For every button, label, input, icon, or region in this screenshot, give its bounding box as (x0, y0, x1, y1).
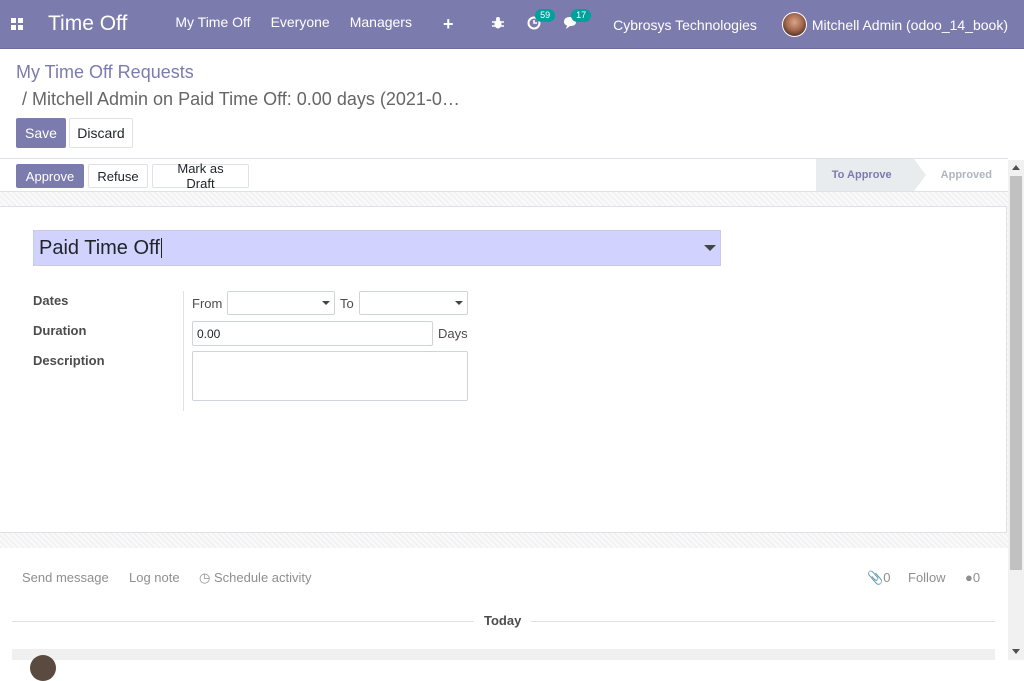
chatter (0, 548, 1008, 660)
user-icon: ● (965, 570, 973, 585)
followers-count: 0 (972, 570, 981, 585)
stage-to-approve: To Approve (815, 159, 926, 191)
bug-icon[interactable] (491, 16, 505, 33)
description-label: Description (33, 353, 105, 368)
status-stages: To Approve Approved (815, 159, 1008, 191)
leave-type-value: Paid Time Off (39, 236, 160, 259)
caret-down-icon (455, 301, 463, 305)
discard-button[interactable]: Discard (69, 118, 133, 148)
top-navbar: Time Off My Time Off Everyone Managers +… (0, 0, 1024, 49)
clock-icon: ◷ (199, 570, 211, 585)
mark-as-draft-button[interactable]: Mark as Draft (152, 161, 249, 191)
approve-button[interactable]: Approve (16, 164, 84, 188)
date-to-select[interactable] (359, 291, 468, 315)
stage-approved: Approved (940, 169, 992, 181)
messages-icon[interactable]: 17 (563, 9, 592, 33)
paperclip-icon: 📎 (867, 570, 884, 585)
user-menu[interactable]: Mitchell Admin (odoo_14_book) (812, 17, 1008, 33)
today-label: Today (474, 613, 532, 628)
message-avatar (30, 655, 56, 681)
send-message-button[interactable]: Send message (22, 570, 109, 585)
breadcrumb-parent-link[interactable]: My Time Off Requests (16, 62, 194, 82)
save-button[interactable]: Save (16, 118, 66, 148)
refuse-button[interactable]: Refuse (88, 164, 148, 188)
text-cursor (160, 238, 162, 258)
message-row (12, 649, 995, 660)
date-from-select[interactable] (227, 291, 335, 315)
schedule-activity-label: Schedule activity (213, 570, 312, 585)
scroll-down-arrow-icon[interactable] (1012, 649, 1020, 654)
attachments-count: 0 (883, 570, 891, 585)
messages-badge: 17 (571, 9, 592, 22)
breadcrumb-current: / Mitchell Admin on Paid Time Off: 0.00 … (22, 89, 460, 109)
menu-managers[interactable]: Managers (350, 14, 412, 35)
user-avatar[interactable] (781, 12, 807, 37)
app-brand[interactable]: Time Off (48, 12, 127, 36)
duration-input[interactable]: 0.00 (192, 321, 433, 346)
days-unit: Days (438, 326, 468, 341)
menu-everyone[interactable]: Everyone (271, 14, 330, 35)
to-label: To (340, 296, 354, 311)
follow-button[interactable]: Follow (908, 570, 946, 585)
schedule-activity-button[interactable]: ◷ Schedule activity (199, 570, 312, 586)
duration-label: Duration (33, 323, 87, 338)
scrollbar-thumb[interactable] (1010, 176, 1022, 570)
description-textarea[interactable] (192, 351, 468, 401)
apps-menu-icon[interactable] (11, 18, 23, 30)
statusbar: Approve Refuse Mark as Draft To Approve … (0, 158, 1008, 192)
plus-icon[interactable]: + (443, 14, 454, 35)
dates-label: Dates (33, 293, 69, 308)
systray: 59 17 Cybrosys Technologies Mitchell Adm… (491, 0, 1024, 49)
from-label: From (192, 296, 223, 311)
attachments-button[interactable]: 📎0 (867, 570, 890, 586)
activity-badge: 59 (535, 9, 556, 22)
field-divider (183, 291, 184, 411)
scroll-up-arrow-icon[interactable] (1012, 165, 1020, 170)
company-switcher[interactable]: Cybrosys Technologies (613, 17, 757, 33)
caret-down-icon (322, 301, 330, 305)
activity-clock-icon[interactable]: 59 (527, 9, 556, 33)
main-menu: My Time Off Everyone Managers + (175, 14, 473, 35)
menu-my-time-off[interactable]: My Time Off (175, 14, 250, 35)
followers-button[interactable]: ●0 (965, 570, 980, 585)
breadcrumb: My Time Off Requests (16, 62, 194, 83)
leave-type-select[interactable]: Paid Time Off (33, 230, 721, 266)
log-note-button[interactable]: Log note (129, 570, 180, 585)
caret-down-icon (704, 245, 716, 251)
